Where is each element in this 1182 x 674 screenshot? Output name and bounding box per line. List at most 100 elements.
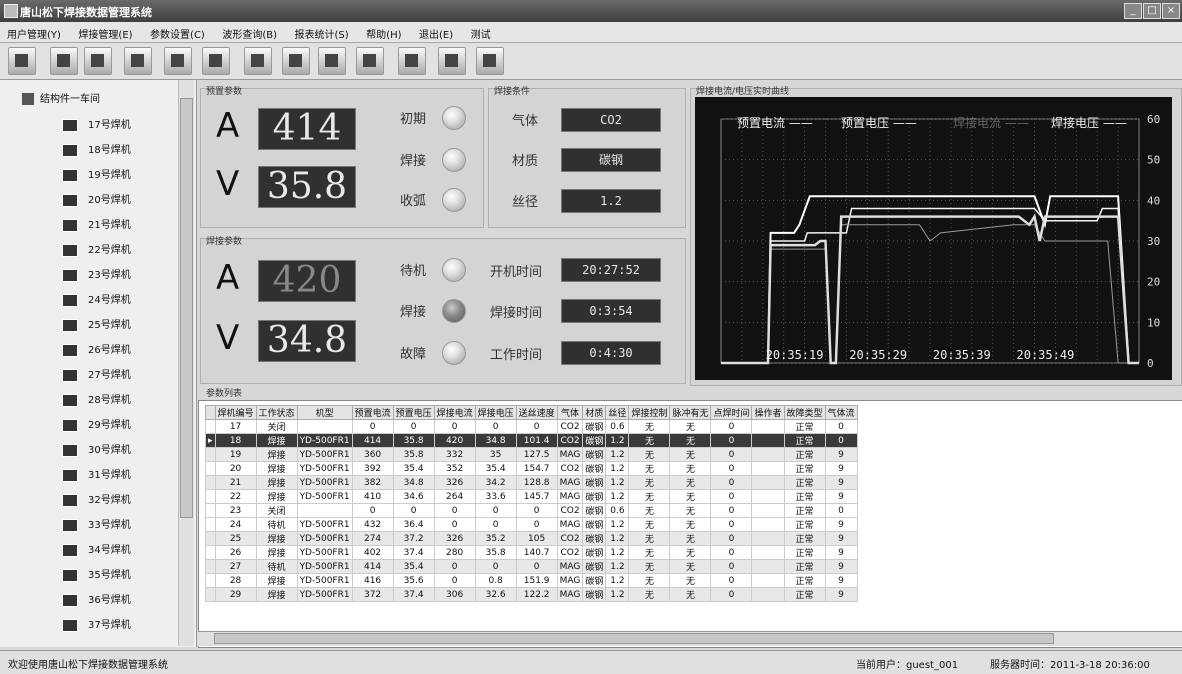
table-scroll-thumb[interactable] [214,633,1054,644]
column-header[interactable]: 送丝速度 [515,405,558,420]
column-header[interactable]: 焊接控制 [628,405,671,420]
toolbar-users-icon[interactable] [84,47,112,75]
toolbar-pen-icon[interactable] [202,47,230,75]
toolbar-settings-icon[interactable] [356,47,384,75]
row-selector[interactable] [205,489,216,504]
menu-user[interactable]: 用户管理(Y) [0,26,68,41]
tree-item[interactable]: 27号焊机 [62,366,131,386]
column-header[interactable]: 气体 [556,405,584,420]
menu-waveform[interactable]: 波形查询(B) [215,26,284,41]
maximize-button[interactable]: □ [1143,3,1161,19]
toolbar-table-icon[interactable] [398,47,426,75]
column-header[interactable]: 脉冲有无 [669,405,712,420]
table-cell: 1.2 [605,461,630,476]
close-button[interactable]: × [1162,3,1180,19]
column-header[interactable]: 焊接电压 [474,405,517,420]
column-header[interactable]: 预置电压 [392,405,435,420]
tree-scroll-thumb[interactable] [180,98,193,518]
toolbar-home-icon[interactable] [8,47,36,75]
table-row[interactable]: 22 焊接 YD-500FR1 410 34.6 264 33.6 145.7 MAG 碳钢 1.2… [205,489,858,504]
tree-item[interactable]: 20号焊机 [62,191,131,211]
row-selector[interactable] [205,531,216,546]
column-header[interactable]: 焊机编号 [214,405,257,420]
table-row[interactable]: 20 焊接 YD-500FR1 392 35.4 352 35.4 154.7 CO2 碳钢 1.2… [205,461,858,476]
tree-item[interactable]: 26号焊机 [62,341,131,361]
menu-welding[interactable]: 焊接管理(E) [71,26,139,41]
row-selector[interactable] [205,419,216,434]
row-selector[interactable]: ▸ [205,433,216,448]
menu-help[interactable]: 帮助(H) [359,26,408,41]
column-header[interactable]: 材质 [582,405,607,420]
row-selector[interactable] [205,559,216,574]
table-row[interactable]: 19 焊接 YD-500FR1 360 35.8 332 35 127.5 MAG 碳钢 1.2 无无… [205,447,858,462]
toolbar-user-icon[interactable] [50,47,78,75]
tree-root[interactable]: 结构件一车间 [22,90,100,105]
row-selector[interactable] [205,517,216,532]
toolbar-window-icon[interactable] [476,47,504,75]
column-header[interactable]: 操作者 [751,405,785,420]
row-selector[interactable] [205,461,216,476]
tree-item[interactable]: 36号焊机 [62,591,131,611]
row-selector[interactable] [205,447,216,462]
menu-test[interactable]: 测试 [464,26,498,41]
tree-item[interactable]: 37号焊机 [62,616,131,636]
column-header[interactable]: 丝径 [605,405,630,420]
tree-item[interactable]: 29号焊机 [62,416,131,436]
column-header[interactable]: 预置电流 [351,405,394,420]
tree-item[interactable]: 33号焊机 [62,516,131,536]
table-cell: 0.8 [474,573,517,588]
table-row[interactable]: 24 待机 YD-500FR1 432 36.4 0 0 0 MAG 碳钢 1.2 无无 0 正常 9 [205,517,858,532]
toolbar-chart-icon[interactable] [244,47,272,75]
tree-item[interactable]: 35号焊机 [62,566,131,586]
tree-item[interactable]: 19号焊机 [62,166,131,186]
tree-item[interactable]: 24号焊机 [62,291,131,311]
row-selector[interactable] [205,587,216,602]
column-header[interactable]: 气体流 [824,405,858,420]
row-selector[interactable] [205,545,216,560]
tree-item[interactable]: 28号焊机 [62,391,131,411]
table-row[interactable]: 25 焊接 YD-500FR1 274 37.2 326 35.2 105 CO2 碳钢 1.2 无无… [205,531,858,546]
menu-params[interactable]: 参数设置(C) [143,26,212,41]
row-selector[interactable] [205,475,216,490]
toolbar-monitor-icon[interactable] [124,47,152,75]
tree-item[interactable]: 21号焊机 [62,216,131,236]
tree-item[interactable]: 30号焊机 [62,441,131,461]
tree-item[interactable]: 22号焊机 [62,241,131,261]
lamp-label-weld: 焊接 [400,154,427,169]
table-hscrollbar[interactable] [198,631,1182,646]
table-row[interactable]: ▸ 18 焊接 YD-500FR1 414 35.8 420 34.8 101.4 CO2 碳钢 1.… [205,433,858,448]
row-selector[interactable] [205,503,216,518]
table-row[interactable]: 27 待机 YD-500FR1 414 35.4 0 0 0 MAG 碳钢 1.2 无无 0 正常 9 [205,559,858,574]
tree-item[interactable]: 34号焊机 [62,541,131,561]
table-row[interactable]: 29 焊接 YD-500FR1 372 37.4 306 32.6 122.2 MAG 碳钢 1.2… [205,587,858,602]
minimize-button[interactable]: _ [1124,3,1142,19]
column-header[interactable]: 故障类型 [783,405,826,420]
toolbar-book-icon[interactable] [438,47,466,75]
tree-item[interactable]: 23号焊机 [62,266,131,286]
table-row[interactable]: 23 关闭 0 0 0 0 0 CO2 碳钢 0.6 无无 0 正常 0 [205,503,858,518]
table-cell: 焊接 [255,531,298,546]
toolbar-computer-icon[interactable] [282,47,310,75]
column-header[interactable]: 点焊时间 [710,405,753,420]
preset-current-display: 414 [258,108,356,150]
tree-item[interactable]: 32号焊机 [62,491,131,511]
column-header[interactable]: 机型 [296,405,353,420]
table-row[interactable]: 17 关闭 0 0 0 0 0 CO2 碳钢 0.6 无无 0 正常 0 [205,419,858,434]
tree-item[interactable]: 25号焊机 [62,316,131,336]
menu-report[interactable]: 报表统计(S) [288,26,356,41]
toolbar-grid-icon[interactable] [164,47,192,75]
tree-item[interactable]: 18号焊机 [62,141,131,161]
table-row[interactable]: 28 焊接 YD-500FR1 416 35.6 0 0.8 151.9 MAG 碳钢 1.2 无无 0… [205,573,858,588]
tree-scrollbar[interactable] [178,80,194,646]
table-row[interactable]: 26 焊接 YD-500FR1 402 37.4 280 35.8 140.7 CO2 碳钢 1.2… [205,545,858,560]
toolbar-tools-icon[interactable] [318,47,346,75]
column-header[interactable]: 工作状态 [255,405,298,420]
row-selector[interactable] [205,573,216,588]
column-header[interactable]: 焊接电流 [433,405,476,420]
menu-exit[interactable]: 退出(E) [412,26,460,41]
tree-item[interactable]: 17号焊机 [62,116,131,136]
table-cell [751,447,785,462]
tree-item[interactable]: 31号焊机 [62,466,131,486]
table-row[interactable]: 21 焊接 YD-500FR1 382 34.8 326 34.2 128.8 MAG 碳钢 1.2… [205,475,858,490]
table-cell: 正常 [783,545,826,560]
